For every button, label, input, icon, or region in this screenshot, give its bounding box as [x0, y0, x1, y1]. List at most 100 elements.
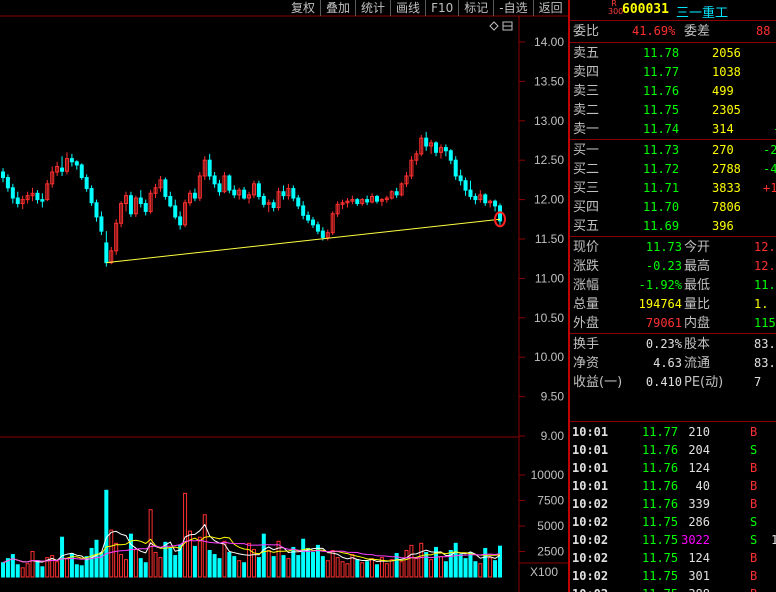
volume-bar: [168, 547, 173, 578]
bid-row-2[interactable]: 买二 11.72 2788 -4: [570, 160, 776, 179]
bid-volume: 270: [712, 143, 734, 157]
bid-row-3[interactable]: 买三 11.71 3833 +1: [570, 179, 776, 198]
candle-body: [143, 203, 148, 212]
tick-volume: 124: [688, 551, 710, 565]
tick-volume: 40: [695, 479, 710, 493]
divider: [570, 236, 776, 237]
fund-value: 83.4: [754, 356, 776, 370]
bid-row-5[interactable]: 买五 11.69 396: [570, 217, 776, 236]
volume-bar: [153, 552, 158, 578]
candle-body: [261, 195, 266, 205]
overlay-button[interactable]: 叠加: [320, 0, 355, 16]
price-axis-label: 13.00: [534, 114, 564, 128]
fq-button[interactable]: 复权: [286, 0, 320, 16]
volume-unit-label: X100: [530, 565, 558, 579]
mark-button[interactable]: 标记: [458, 0, 493, 16]
fund-value: 4.63: [653, 356, 682, 370]
stock-code[interactable]: 600031: [622, 2, 669, 17]
kline-chart-area[interactable]: 14.00 13.50 13.00 12.50 12.00 11.50 11.00 10.50…: [0, 0, 568, 592]
tick-row: 10:02 11.753022 S1: [570, 531, 776, 549]
candle-body: [207, 159, 212, 177]
bid-label: 买三: [573, 181, 600, 196]
ask-row-4[interactable]: 卖四 11.77 1038: [570, 63, 776, 82]
ask-label: 卖三: [573, 84, 600, 99]
volume-bar: [261, 533, 266, 578]
tick-price: 11.75: [642, 533, 679, 547]
draw-line-button[interactable]: 画线: [390, 0, 425, 16]
stock-name[interactable]: 三一重工: [676, 2, 728, 21]
bid-row-4[interactable]: 买四 11.70 7806: [570, 198, 776, 217]
volume-bar: [311, 552, 316, 578]
volume-bar: [399, 561, 404, 578]
volume-bar: [438, 556, 443, 578]
volume-bar: [384, 563, 389, 578]
tick-row: 10:02 11.75 286 S: [570, 513, 776, 531]
volume-bar: [374, 564, 379, 578]
ask-row-2[interactable]: 卖二 11.75 2305: [570, 101, 776, 120]
candle-body: [311, 219, 316, 226]
ask-price: 11.75: [643, 103, 680, 117]
candle-body: [74, 161, 79, 166]
candle-body: [483, 194, 488, 204]
bid-row-1[interactable]: 买一 11.73 270 -2: [570, 141, 776, 160]
ask-row-5[interactable]: 卖五 11.78 2056: [570, 44, 776, 63]
fund-label: 净资: [573, 356, 600, 371]
volume-bar: [242, 562, 247, 578]
volume-bar: [256, 557, 261, 578]
quote-label: 现价: [573, 240, 600, 255]
tick-side: B: [750, 497, 758, 511]
market-badge-icon: R 300: [608, 0, 624, 16]
support-trendline[interactable]: [106, 218, 501, 264]
volume-bar: [94, 539, 99, 578]
quote-value: 12.: [754, 240, 776, 254]
diamond-icon[interactable]: [489, 21, 499, 31]
price-axis-label: 12.50: [534, 153, 564, 167]
quote-row: 总量 194764 量比 1.: [570, 295, 776, 314]
tick-time: 10:02: [572, 497, 609, 511]
tick-side: B: [750, 569, 758, 583]
back-button[interactable]: 返回: [532, 0, 568, 16]
fund-value: 83.8: [754, 337, 776, 351]
price-axis-label: 9.00: [541, 429, 565, 443]
quote-label: 外盘: [573, 316, 600, 331]
bid-price: 11.70: [643, 200, 680, 214]
volume-axis-label: 5000: [537, 519, 564, 533]
volume-bar: [222, 540, 227, 578]
quote-row: 涨跌 -0.23 最高 12.: [570, 257, 776, 276]
candle-body: [104, 242, 109, 264]
kline-chart[interactable]: 14.00 13.50 13.00 12.50 12.00 11.50 11.00 10.50…: [0, 0, 568, 592]
volume-bar: [330, 549, 335, 578]
ask-row-3[interactable]: 卖三 11.76 499: [570, 82, 776, 101]
divider: [570, 42, 776, 43]
f10-button[interactable]: F10: [425, 0, 458, 16]
fund-value: 0.410: [645, 375, 682, 389]
volume-bar: [207, 549, 212, 578]
bid-price: 11.69: [643, 219, 680, 233]
tick-side: B: [750, 479, 758, 493]
candle-body: [40, 199, 45, 202]
weibi-value: 41.69%: [632, 24, 676, 38]
candle-body: [168, 195, 173, 207]
tick-side: B: [750, 585, 757, 592]
quote-row: 外盘 79061内盘 1157: [570, 314, 776, 333]
volume-bar: [370, 558, 375, 578]
ask-row-1[interactable]: 卖一11.74314-: [570, 120, 776, 139]
weibi-row: 委比 41.69% 委差 88: [570, 22, 776, 41]
remove-watchlist-button[interactable]: -自选: [493, 0, 532, 16]
quote-row: 涨幅 -1.92% 最低 11.: [570, 276, 776, 295]
volume-bar: [404, 549, 409, 578]
candle-body: [173, 205, 178, 218]
volume-axis-label: 10000: [531, 468, 565, 482]
candle-body: [138, 197, 143, 205]
tick-price: 11.75: [642, 569, 679, 583]
candle-body: [374, 195, 379, 202]
volume-bar: [266, 549, 271, 578]
volume-bar: [296, 555, 301, 578]
stock-header: R 300 600031 三一重工: [570, 0, 776, 21]
tick-time: 10:02: [572, 569, 609, 583]
bid-volume: 396: [712, 219, 734, 233]
volume-bar: [15, 564, 20, 578]
candle-body: [434, 142, 439, 153]
fund-value: 7: [754, 375, 762, 389]
statistics-button[interactable]: 统计: [355, 0, 390, 16]
